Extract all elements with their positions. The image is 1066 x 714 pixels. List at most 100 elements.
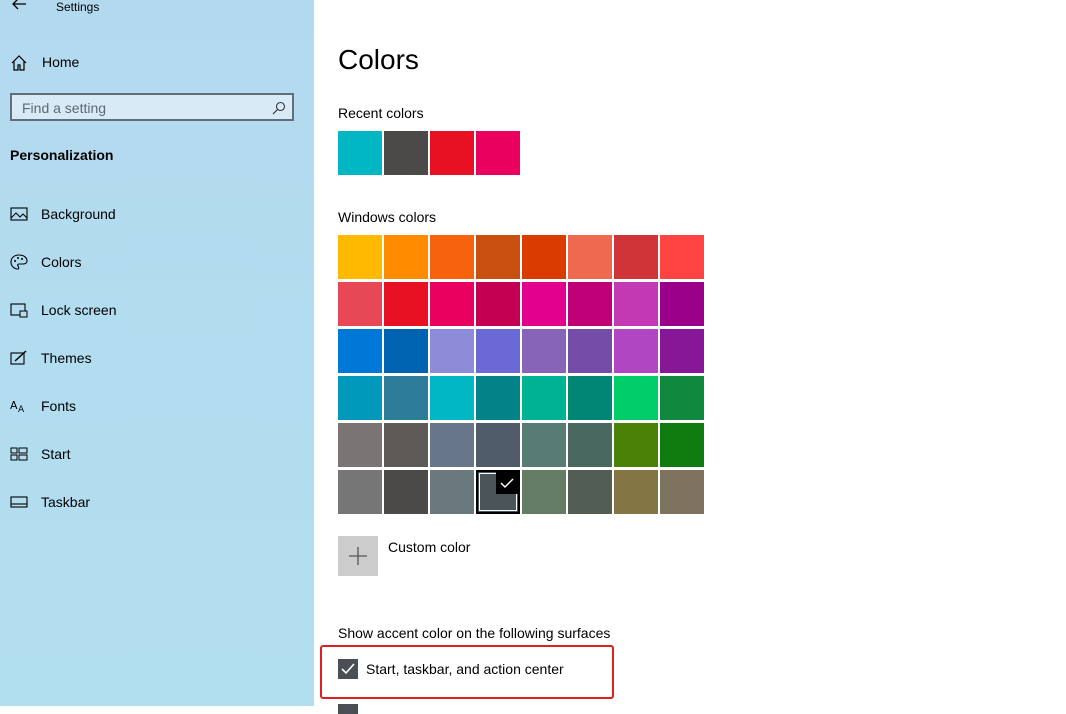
search-input[interactable]: Find a setting xyxy=(10,93,294,121)
color-swatch[interactable] xyxy=(430,235,474,279)
color-swatch[interactable] xyxy=(430,470,474,514)
recent-color-swatch[interactable] xyxy=(384,131,428,175)
font-icon: A A xyxy=(10,399,25,414)
color-swatch[interactable] xyxy=(568,470,612,514)
color-swatch[interactable] xyxy=(338,470,382,514)
home-icon xyxy=(11,55,27,71)
sidebar-item-themes[interactable]: Themes xyxy=(10,348,300,370)
svg-text:A: A xyxy=(18,405,25,414)
start-icon xyxy=(10,447,28,461)
color-swatch[interactable] xyxy=(338,423,382,467)
color-swatch[interactable] xyxy=(614,282,658,326)
color-swatch[interactable] xyxy=(430,282,474,326)
home-link[interactable]: Home xyxy=(10,53,300,73)
color-swatch[interactable] xyxy=(614,423,658,467)
custom-color-label[interactable]: Custom color xyxy=(388,539,470,555)
sidebar-item-start[interactable]: Start xyxy=(10,444,300,466)
checkmark-icon xyxy=(341,663,355,675)
color-swatch[interactable] xyxy=(384,376,428,420)
color-swatch[interactable] xyxy=(384,470,428,514)
color-swatch[interactable] xyxy=(522,329,566,373)
plus-icon xyxy=(349,547,367,565)
color-swatch[interactable] xyxy=(384,329,428,373)
color-swatch[interactable] xyxy=(384,282,428,326)
color-swatch[interactable] xyxy=(430,376,474,420)
custom-color-button[interactable] xyxy=(338,536,378,576)
color-swatch[interactable] xyxy=(660,235,704,279)
color-swatch[interactable] xyxy=(476,376,520,420)
color-swatch[interactable] xyxy=(522,235,566,279)
section-title: Personalization xyxy=(10,147,114,163)
color-swatch[interactable] xyxy=(430,423,474,467)
color-swatch[interactable] xyxy=(522,423,566,467)
color-swatch[interactable] xyxy=(430,329,474,373)
sidebar-item-label: Colors xyxy=(41,254,82,270)
color-swatch[interactable] xyxy=(568,423,612,467)
color-swatch[interactable] xyxy=(660,329,704,373)
color-swatch[interactable] xyxy=(660,376,704,420)
sidebar-item-label: Themes xyxy=(41,350,92,366)
picture-icon xyxy=(10,207,28,221)
color-swatch[interactable] xyxy=(568,282,612,326)
color-swatch[interactable] xyxy=(476,235,520,279)
sidebar-item-taskbar[interactable]: Taskbar xyxy=(10,492,300,514)
recent-color-swatch[interactable] xyxy=(338,131,382,175)
color-swatch-selected[interactable] xyxy=(476,470,520,514)
title-bar: Settings xyxy=(0,0,314,14)
brush-icon xyxy=(10,350,27,365)
color-swatch[interactable] xyxy=(614,235,658,279)
color-swatch[interactable] xyxy=(476,423,520,467)
home-label: Home xyxy=(42,54,80,70)
sidebar-item-lock-screen[interactable]: Lock screen xyxy=(10,300,300,322)
color-swatch[interactable] xyxy=(614,470,658,514)
surfaces-label: Show accent color on the following surfa… xyxy=(338,625,611,641)
recent-color-swatch[interactable] xyxy=(430,131,474,175)
color-swatch[interactable] xyxy=(568,376,612,420)
recent-colors xyxy=(338,131,520,175)
sidebar-item-colors[interactable]: Colors xyxy=(10,252,300,274)
back-arrow-icon[interactable] xyxy=(10,0,28,12)
sidebar: Settings Home Find a setting Personaliza… xyxy=(0,0,314,706)
sidebar-item-label: Start xyxy=(41,446,71,462)
color-swatch[interactable] xyxy=(568,329,612,373)
color-swatch[interactable] xyxy=(522,470,566,514)
search-placeholder: Find a setting xyxy=(22,100,107,116)
color-swatch[interactable] xyxy=(660,282,704,326)
sidebar-item-label: Background xyxy=(41,206,116,222)
palette-icon xyxy=(10,254,28,270)
color-swatch[interactable] xyxy=(660,470,704,514)
sidebar-item-background[interactable]: Background xyxy=(10,204,300,226)
lock-screen-icon xyxy=(10,303,28,318)
svg-text:A: A xyxy=(10,399,18,412)
sidebar-item-label: Fonts xyxy=(41,398,77,414)
checkbox-label[interactable]: Start, taskbar, and action center xyxy=(366,661,564,677)
color-swatch[interactable] xyxy=(660,423,704,467)
color-swatch[interactable] xyxy=(338,329,382,373)
color-swatch[interactable] xyxy=(614,329,658,373)
color-swatch[interactable] xyxy=(568,235,612,279)
color-swatch[interactable] xyxy=(522,376,566,420)
color-swatch[interactable] xyxy=(338,376,382,420)
color-swatch[interactable] xyxy=(614,376,658,420)
windows-colors-label: Windows colors xyxy=(338,209,437,225)
color-swatch[interactable] xyxy=(476,282,520,326)
color-swatch[interactable] xyxy=(522,282,566,326)
selected-check-icon xyxy=(496,472,518,494)
color-swatch[interactable] xyxy=(476,329,520,373)
color-swatch[interactable] xyxy=(338,235,382,279)
sidebar-item-fonts[interactable]: A A Fonts xyxy=(10,396,300,418)
recent-color-swatch[interactable] xyxy=(476,131,520,175)
start-taskbar-checkbox[interactable] xyxy=(338,659,358,679)
sidebar-item-label: Taskbar xyxy=(41,494,91,510)
sidebar-item-label: Lock screen xyxy=(41,302,117,318)
page-title: Colors xyxy=(338,44,419,75)
taskbar-icon xyxy=(10,496,28,508)
windows-colors-grid xyxy=(338,235,704,514)
search-icon[interactable] xyxy=(272,101,286,115)
recent-colors-label: Recent colors xyxy=(338,105,424,121)
app-title: Settings xyxy=(56,0,100,14)
color-swatch[interactable] xyxy=(384,235,428,279)
main-content: Colors Recent colors Windows colors Cust… xyxy=(314,0,1066,714)
color-swatch[interactable] xyxy=(384,423,428,467)
color-swatch[interactable] xyxy=(338,282,382,326)
